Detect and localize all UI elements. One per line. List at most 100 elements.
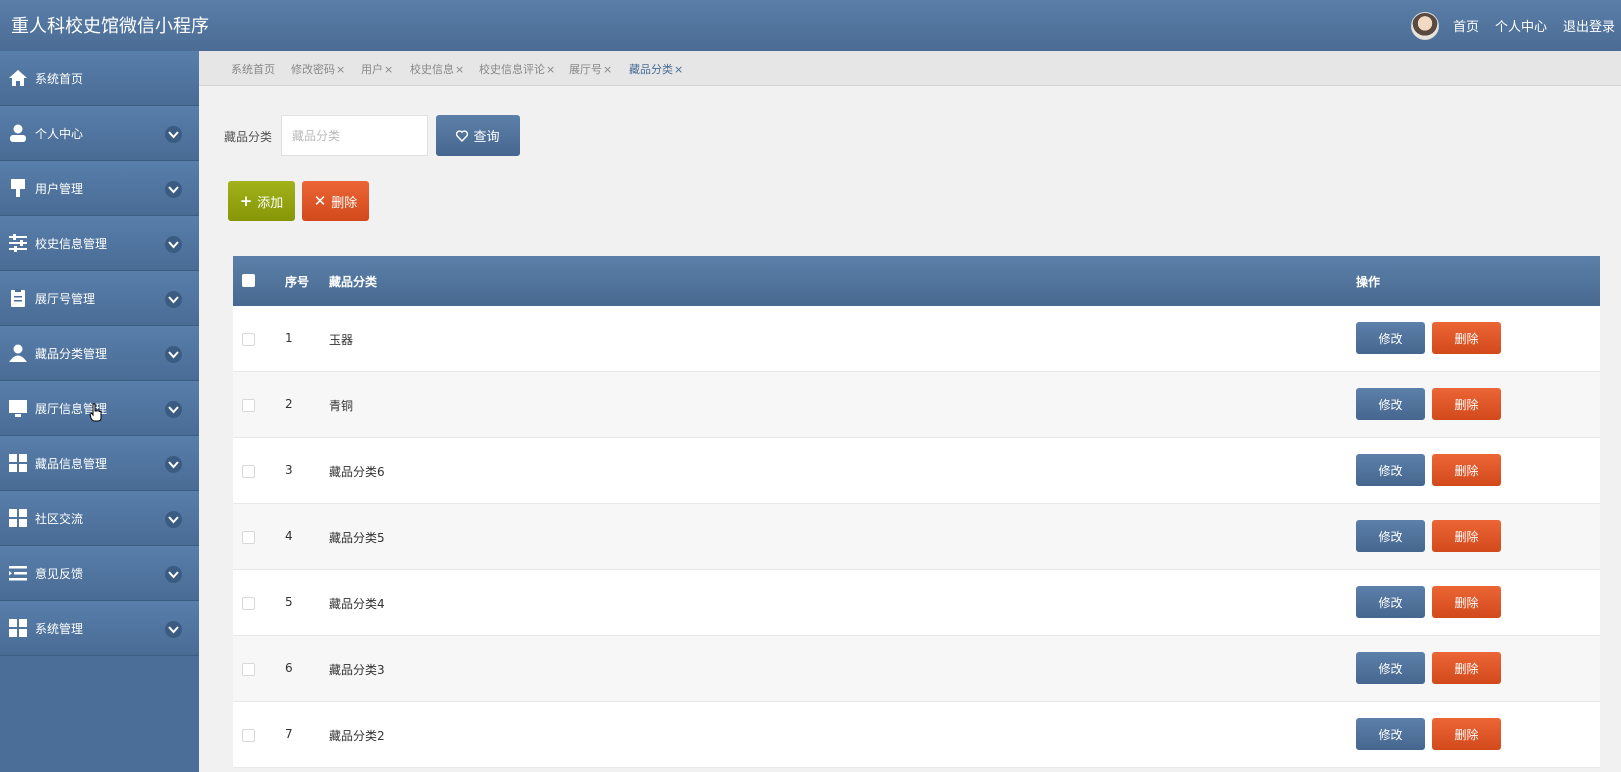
sidebar-item-label: 系统首页 — [35, 72, 84, 86]
chevron-down-icon[interactable] — [165, 511, 182, 528]
tab-bar: 系统首页 修改密码× 用户× 校史信息× 校史信息评论× 展厅号× 藏品分类× — [199, 51, 1621, 86]
row-index: 7 — [285, 727, 293, 741]
monitor-icon — [9, 400, 27, 417]
hand-cursor-icon — [89, 403, 102, 422]
tab-collection-category[interactable]: 藏品分类× — [629, 61, 683, 77]
grid-icon — [9, 454, 27, 472]
sidebar-item-hall-number[interactable]: 展厅号管理 — [0, 271, 199, 326]
logout-link[interactable]: 退出登录 — [1563, 16, 1615, 35]
avatar[interactable] — [1410, 11, 1439, 40]
chevron-down-icon[interactable] — [165, 181, 182, 198]
batch-delete-button[interactable]: ✕ 删除 — [302, 181, 369, 221]
chevron-down-icon[interactable] — [165, 401, 182, 418]
close-icon[interactable]: × — [336, 63, 345, 76]
add-button[interactable]: + 添加 — [228, 181, 295, 221]
home-icon — [9, 70, 27, 86]
tab-label: 藏品分类 — [629, 63, 673, 76]
delete-button[interactable]: 删除 — [1432, 586, 1501, 618]
row-index: 4 — [285, 529, 293, 543]
sidebar-item-users[interactable]: 用户管理 — [0, 161, 199, 216]
profile-link[interactable]: 个人中心 — [1495, 16, 1547, 35]
home-link[interactable]: 首页 — [1453, 16, 1479, 35]
sidebar-item-system[interactable]: 系统管理 — [0, 601, 199, 656]
chevron-down-icon[interactable] — [165, 621, 182, 638]
tab-school-history[interactable]: 校史信息× — [410, 61, 464, 77]
tab-users[interactable]: 用户× — [361, 61, 393, 77]
delete-button[interactable]: 删除 — [1432, 322, 1501, 354]
sidebar-item-profile[interactable]: 个人中心 — [0, 106, 199, 161]
chevron-down-icon[interactable] — [165, 566, 182, 583]
close-icon[interactable]: × — [455, 63, 464, 76]
heart-icon — [456, 129, 469, 142]
tab-label: 展厅号 — [569, 63, 602, 76]
delete-button[interactable]: 删除 — [1432, 454, 1501, 486]
tab-hall-number[interactable]: 展厅号× — [569, 61, 612, 77]
close-icon[interactable]: × — [546, 63, 555, 76]
chevron-down-icon[interactable] — [165, 236, 182, 253]
search-input[interactable] — [281, 115, 428, 156]
grid-icon — [9, 509, 27, 527]
chevron-down-icon[interactable] — [165, 126, 182, 143]
row-checkbox[interactable] — [242, 531, 255, 544]
header-right: 首页 个人中心 退出登录 — [1410, 0, 1621, 51]
search-label: 藏品分类 — [224, 130, 273, 144]
close-icon[interactable]: × — [603, 63, 612, 76]
query-button[interactable]: 查询 — [436, 115, 520, 156]
delete-button[interactable]: 删除 — [1432, 388, 1501, 420]
row-index: 5 — [285, 595, 293, 609]
select-all-checkbox[interactable] — [242, 274, 255, 287]
chevron-down-icon[interactable] — [165, 346, 182, 363]
row-checkbox[interactable] — [242, 465, 255, 478]
edit-button[interactable]: 修改 — [1356, 454, 1425, 486]
column-header-actions: 操作 — [1356, 275, 1381, 289]
chevron-down-icon[interactable] — [165, 456, 182, 473]
edit-button[interactable]: 修改 — [1356, 520, 1425, 552]
chevron-down-icon[interactable] — [165, 291, 182, 308]
tab-home[interactable]: 系统首页 — [231, 61, 275, 77]
edit-button[interactable]: 修改 — [1356, 322, 1425, 354]
tab-label: 修改密码 — [291, 63, 335, 76]
table-row: 2 青铜 修改 删除 — [233, 372, 1600, 438]
table-row: 1 玉器 修改 删除 — [233, 306, 1600, 372]
add-button-label: 添加 — [257, 195, 284, 211]
tab-label: 系统首页 — [231, 63, 275, 76]
sidebar-item-home[interactable]: 系统首页 — [0, 51, 199, 106]
sidebar-item-community[interactable]: 社区交流 — [0, 491, 199, 546]
tab-label: 用户 — [361, 63, 383, 76]
sidebar-item-feedback[interactable]: 意见反馈 — [0, 546, 199, 601]
delete-button[interactable]: 删除 — [1432, 718, 1501, 750]
row-category: 藏品分类2 — [329, 729, 385, 743]
delete-button[interactable]: 删除 — [1432, 652, 1501, 684]
sidebar-item-label: 展厅号管理 — [35, 292, 96, 306]
row-index: 1 — [285, 331, 293, 345]
edit-button[interactable]: 修改 — [1356, 718, 1425, 750]
tab-change-password[interactable]: 修改密码× — [291, 61, 345, 77]
row-checkbox[interactable] — [242, 597, 255, 610]
person-icon — [9, 344, 27, 362]
close-icon[interactable]: × — [384, 63, 393, 76]
top-header: 重人科校史馆微信小程序 首页 个人中心 退出登录 — [0, 0, 1621, 51]
delete-button[interactable]: 删除 — [1432, 520, 1501, 552]
table-row: 4 藏品分类5 修改 删除 — [233, 504, 1600, 570]
sidebar-item-school-history[interactable]: 校史信息管理 — [0, 216, 199, 271]
row-checkbox[interactable] — [242, 333, 255, 346]
row-category: 藏品分类5 — [329, 531, 385, 545]
tab-school-history-comments[interactable]: 校史信息评论× — [479, 61, 555, 77]
table-header: 序号 藏品分类 操作 — [233, 256, 1600, 306]
row-checkbox[interactable] — [242, 729, 255, 742]
close-icon[interactable]: × — [674, 63, 683, 76]
edit-button[interactable]: 修改 — [1356, 388, 1425, 420]
sidebar-item-label: 用户管理 — [35, 182, 84, 196]
tab-label: 校史信息评论 — [479, 63, 545, 76]
grid-icon — [9, 619, 27, 637]
sidebar-item-collection-info[interactable]: 藏品信息管理 — [0, 436, 199, 491]
column-header-category: 藏品分类 — [329, 275, 378, 289]
app-title: 重人科校史馆微信小程序 — [11, 16, 209, 37]
row-checkbox[interactable] — [242, 663, 255, 676]
edit-button[interactable]: 修改 — [1356, 652, 1425, 684]
sidebar-item-label: 社区交流 — [35, 512, 84, 526]
row-checkbox[interactable] — [242, 399, 255, 412]
clipboard-icon — [11, 289, 25, 307]
edit-button[interactable]: 修改 — [1356, 586, 1425, 618]
sidebar-item-collection-category[interactable]: 藏品分类管理 — [0, 326, 199, 381]
